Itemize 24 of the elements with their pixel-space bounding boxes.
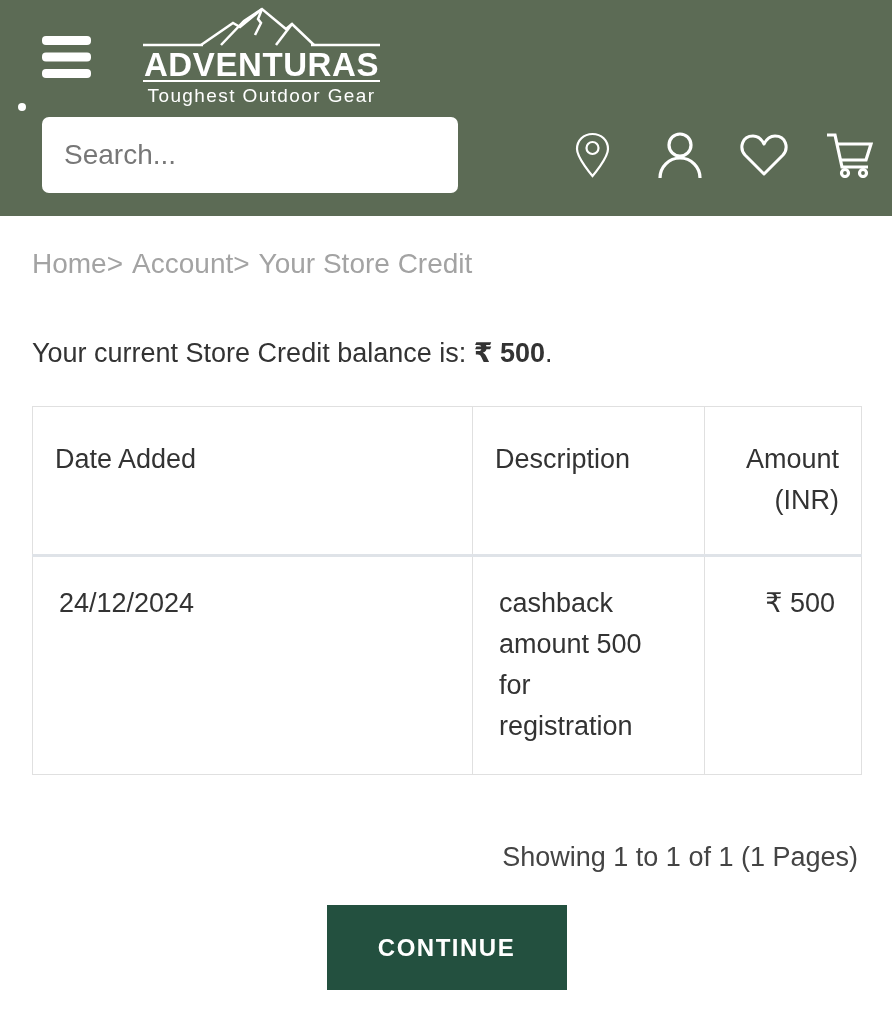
balance-text: Your current Store Credit balance is: ₹ 500. [32,337,554,370]
breadcrumb-link[interactable]: Home [32,246,107,282]
location-pin-icon[interactable] [575,132,610,178]
user-icon[interactable] [658,132,702,178]
breadcrumb-separator: > [106,247,124,281]
table-cell: 24/12/2024 [32,555,473,775]
brand-name: ADVENTURAS [143,46,380,82]
breadcrumb-separator: > [233,247,250,281]
breadcrumb-link[interactable]: Your Store Credit [258,246,473,282]
heart-icon[interactable] [739,133,789,177]
column-header: Description [472,406,705,556]
column-header: Date Added [32,406,473,556]
dot-icon [18,103,26,111]
brand-tagline: Toughest Outdoor Gear [146,84,377,107]
continue-button[interactable]: CONTINUE [326,905,567,990]
cart-icon[interactable] [826,132,873,178]
breadcrumb-link[interactable]: Account [132,246,234,282]
table-cell: ₹ 500 [704,555,862,775]
column-header: Amount (INR) [704,406,862,556]
mountain-logo-icon [143,6,380,47]
search-field[interactable]: Search... [42,117,458,193]
pagination-summary: Showing 1 to 1 of 1 (1 Pages) [501,841,858,874]
table-cell: cashback amount 500 for registration [472,555,705,775]
menu-icon[interactable] [42,35,91,78]
